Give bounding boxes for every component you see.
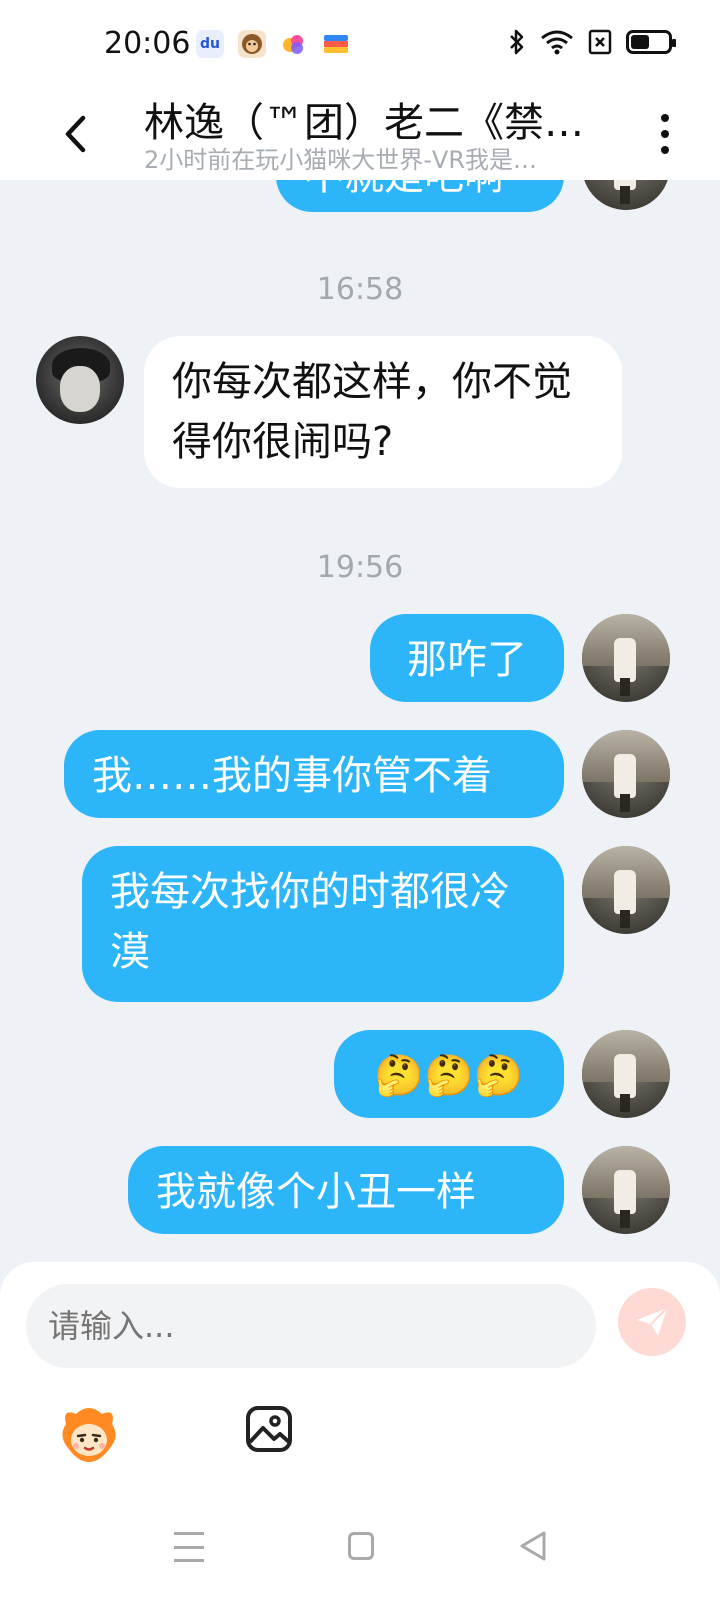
battery-level	[631, 35, 649, 49]
message-timestamp: 16:58	[316, 272, 404, 307]
message-input[interactable]	[26, 1284, 596, 1368]
monkey-app-icon	[238, 30, 266, 58]
recent-apps-button[interactable]	[174, 1532, 204, 1562]
system-nav-bar	[0, 1500, 720, 1600]
status-app-icons: du	[196, 30, 350, 58]
message-text: 那咋了	[407, 637, 527, 683]
chat-header: 林逸（™团）老二《禁… 2小时前在玩小猫咪大世界-VR我是…	[0, 90, 720, 180]
more-dot	[661, 130, 669, 138]
message-bubble-outgoing[interactable]: 🤔🤔🤔	[334, 1030, 564, 1118]
self-avatar[interactable]	[582, 614, 670, 702]
self-avatar[interactable]	[582, 1030, 670, 1118]
sticker-button[interactable]	[56, 1402, 122, 1468]
chat-subtitle: 2小时前在玩小猫咪大世界-VR我是…	[144, 146, 538, 174]
message-bubble-outgoing[interactable]: 我每次找你的时都很冷漠	[82, 846, 564, 1002]
status-time: 20:06	[104, 26, 191, 61]
message-bubble-outgoing[interactable]: 我……我的事你管不着	[64, 730, 564, 818]
menu-line	[174, 1532, 204, 1535]
message-text: 你每次都这样，你不觉得你很闹吗?	[172, 359, 572, 465]
image-icon	[246, 1406, 292, 1452]
self-avatar[interactable]	[582, 180, 670, 210]
chevron-left-icon	[65, 115, 86, 153]
paper-plane-icon	[637, 1307, 668, 1336]
chat-message-list[interactable]: 不就是吧啊 16:58 你每次都这样，你不觉得你很闹吗? 19:56 那咋了 我…	[0, 180, 720, 1260]
message-bubble-outgoing[interactable]: 那咋了	[370, 614, 564, 702]
message-bubble-partial[interactable]: 不就是吧啊	[276, 180, 564, 212]
wallet-app-icon	[322, 30, 350, 58]
image-picker-button[interactable]	[244, 1404, 294, 1454]
contact-avatar[interactable]	[36, 336, 124, 424]
self-avatar[interactable]	[582, 730, 670, 818]
colorful-app-icon	[280, 30, 308, 58]
thinking-face-emoji-icon: 🤔🤔🤔	[374, 1053, 524, 1099]
wifi-icon	[541, 30, 573, 55]
battery-icon	[626, 30, 676, 54]
status-system-icons	[508, 28, 676, 56]
send-button[interactable]	[618, 1288, 686, 1356]
bluetooth-icon	[510, 29, 524, 55]
self-avatar[interactable]	[582, 846, 670, 934]
more-options-button[interactable]	[650, 104, 680, 164]
menu-line	[174, 1545, 204, 1549]
cartoon-face-icon	[62, 1408, 116, 1462]
back-triangle-icon[interactable]	[518, 1530, 548, 1562]
menu-line	[174, 1559, 204, 1562]
baidu-app-icon: du	[196, 30, 224, 58]
message-bubble-outgoing[interactable]: 我就像个小丑一样	[128, 1146, 564, 1234]
message-text: 我……我的事你管不着	[92, 753, 492, 799]
more-dot	[661, 114, 669, 122]
message-text: 不就是吧啊	[304, 180, 504, 199]
self-avatar[interactable]	[582, 1146, 670, 1234]
home-button[interactable]	[348, 1532, 374, 1560]
status-bar: 20:06 du	[0, 0, 720, 90]
message-text: 我就像个小丑一样	[156, 1169, 476, 1215]
sim-x-icon	[588, 29, 612, 55]
back-button[interactable]	[50, 104, 100, 164]
message-timestamp: 19:56	[316, 550, 404, 585]
message-bubble-incoming[interactable]: 你每次都这样，你不觉得你很闹吗?	[144, 336, 622, 488]
more-dot	[661, 146, 669, 154]
message-text: 我每次找你的时都很冷漠	[110, 869, 510, 975]
